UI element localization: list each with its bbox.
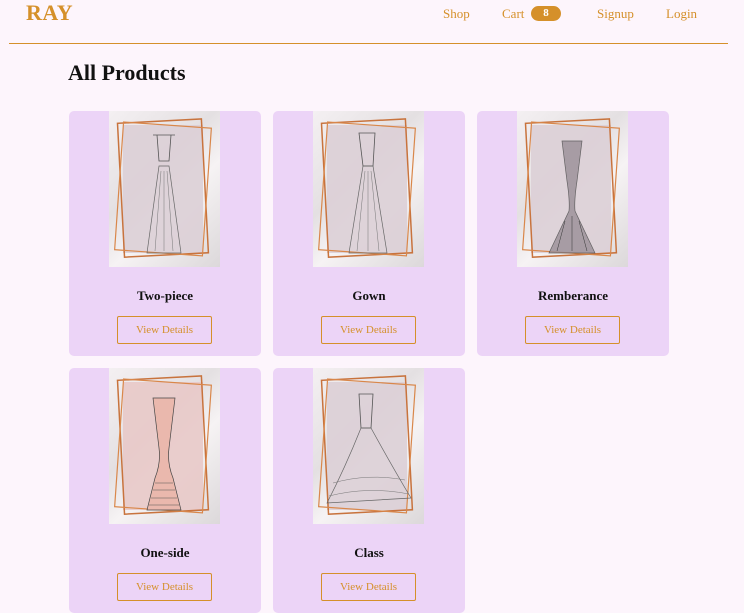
navbar: RAY Shop Cart 8 Signup Login [0,0,744,44]
product-card: Two-piece View Details [69,111,261,356]
product-name: Two-piece [136,288,194,303]
view-details-button[interactable]: View Details [525,316,620,344]
product-name: Gown [352,288,386,303]
nav-cart-link[interactable]: Cart [502,6,524,22]
nav-divider [9,43,728,44]
product-card: One-side View Details [69,368,261,613]
product-name: Remberance [537,288,609,303]
product-card: Remberance View Details [477,111,669,356]
nav-signup-link[interactable]: Signup [597,6,634,22]
product-card: Class View Details [273,368,465,613]
nav-shop-link[interactable]: Shop [443,6,470,22]
product-name: Class [354,545,384,560]
product-image[interactable] [109,111,220,267]
product-image[interactable] [109,368,220,524]
brand-logo[interactable]: RAY [26,0,73,26]
page-title: All Products [68,60,186,85]
cart-count-badge[interactable]: 8 [531,6,561,21]
product-image[interactable] [313,111,424,267]
product-name: One-side [140,545,190,560]
view-details-button[interactable]: View Details [117,573,212,601]
nav-login-link[interactable]: Login [666,6,697,22]
view-details-button[interactable]: View Details [117,316,212,344]
view-details-button[interactable]: View Details [321,316,416,344]
product-image[interactable] [517,111,628,267]
view-details-button[interactable]: View Details [321,573,416,601]
product-card: Gown View Details [273,111,465,356]
product-image[interactable] [313,368,424,524]
